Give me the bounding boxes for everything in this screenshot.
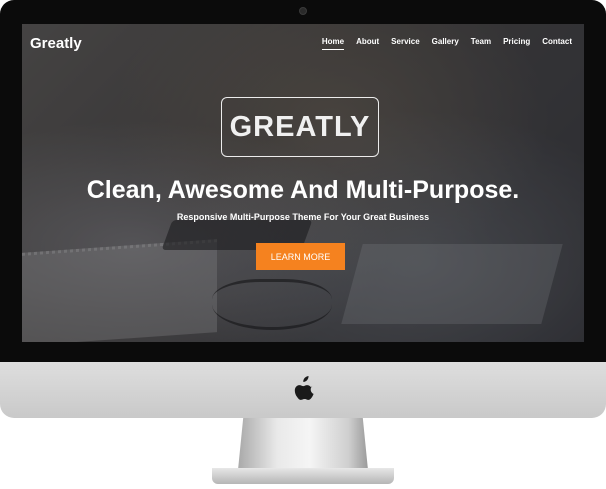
main-nav: Home About Service Gallery Team Pricing … bbox=[310, 37, 572, 50]
website-screen: Greatly Home About Service Gallery Team … bbox=[22, 24, 584, 342]
nav-item-service[interactable]: Service bbox=[391, 37, 419, 50]
imac-monitor: Greatly Home About Service Gallery Team … bbox=[0, 0, 606, 489]
navbar: Greatly Home About Service Gallery Team … bbox=[22, 24, 584, 64]
nav-item-contact[interactable]: Contact bbox=[542, 37, 572, 50]
learn-more-button[interactable]: LEARN MORE bbox=[256, 243, 345, 270]
hero-brand-text: GREATLY bbox=[229, 110, 371, 143]
hero-brand-box: GREATLY bbox=[221, 97, 379, 157]
hero-headline: Clean, Awesome And Multi-Purpose. bbox=[86, 176, 520, 204]
nav-item-pricing[interactable]: Pricing bbox=[503, 37, 530, 50]
monitor-base bbox=[212, 468, 394, 484]
nav-item-home[interactable]: Home bbox=[321, 37, 345, 50]
nav-item-team[interactable]: Team bbox=[471, 37, 491, 50]
site-logo[interactable]: Greatly bbox=[30, 35, 82, 52]
nav-item-about[interactable]: About bbox=[356, 37, 379, 50]
camera-icon bbox=[299, 7, 307, 15]
nav-item-gallery[interactable]: Gallery bbox=[432, 37, 459, 50]
apple-logo-icon bbox=[294, 376, 314, 400]
hero-subheadline: Responsive Multi-Purpose Theme For Your … bbox=[176, 212, 430, 222]
monitor-stand bbox=[238, 418, 368, 470]
